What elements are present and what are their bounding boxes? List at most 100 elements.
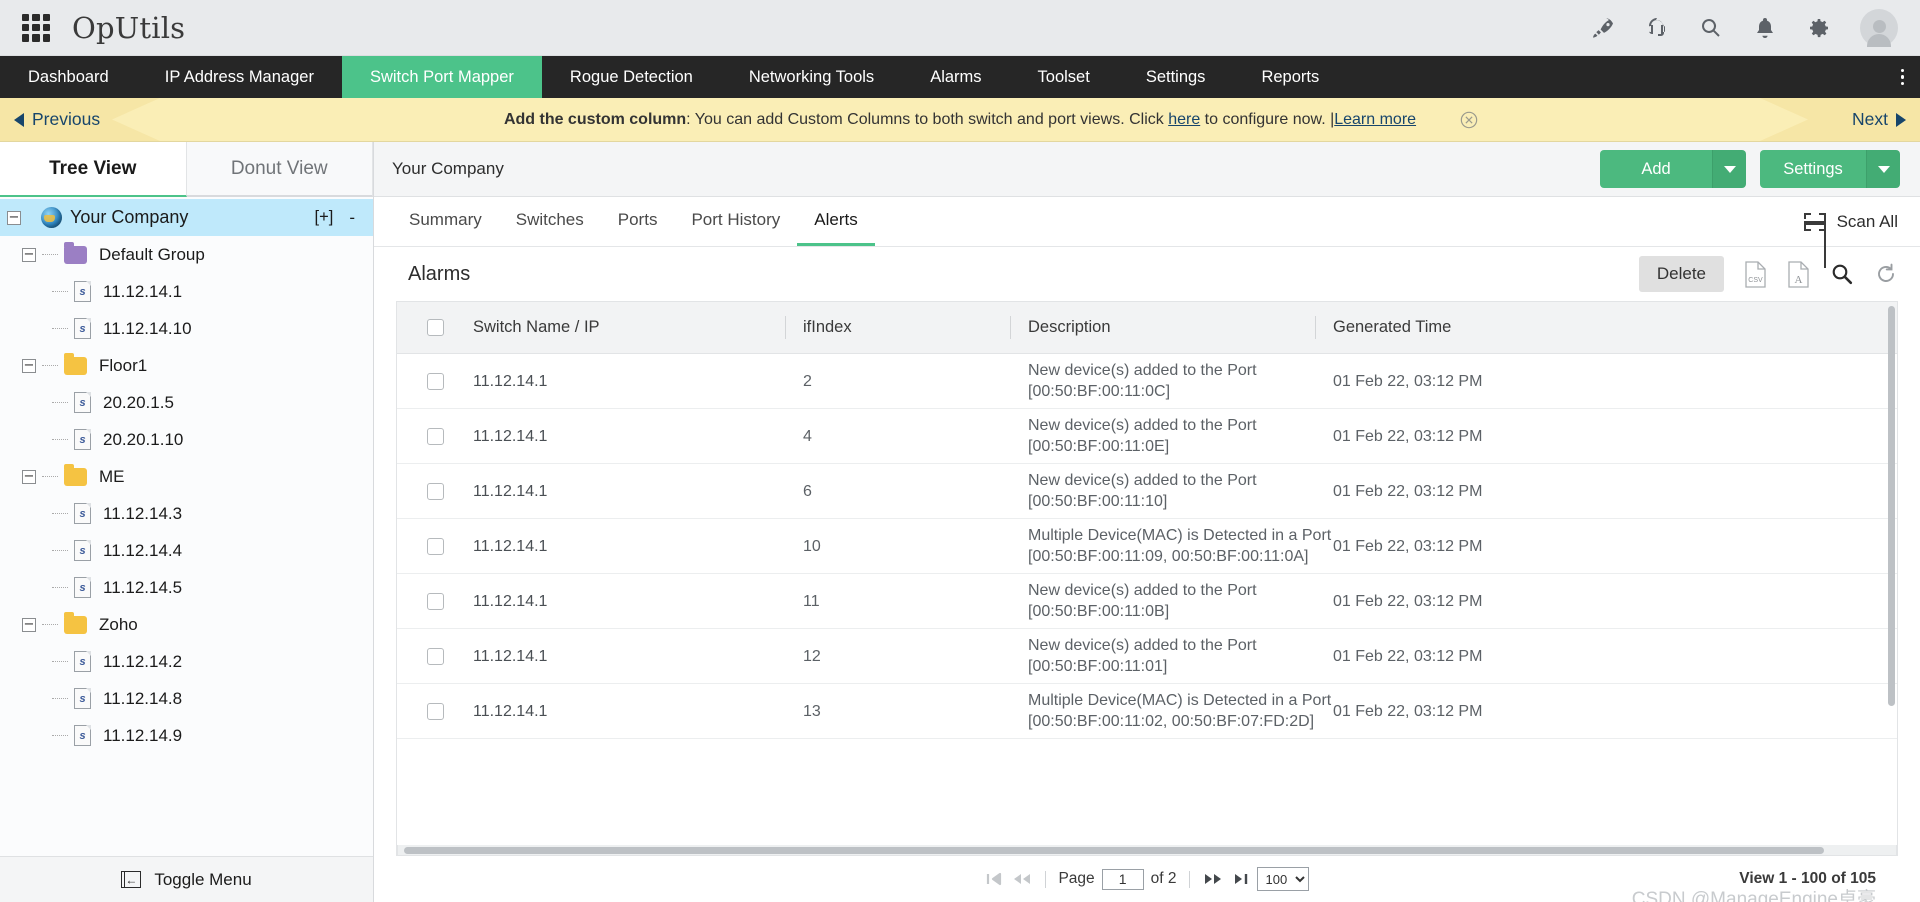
row-checkbox[interactable] <box>426 537 444 555</box>
add-button[interactable]: Add <box>1600 150 1746 188</box>
page-number-input[interactable] <box>1101 868 1144 890</box>
delete-button[interactable]: Delete <box>1638 256 1724 292</box>
nav-item-ip-address-manager[interactable]: IP Address Manager <box>137 56 342 98</box>
tree-node-label: 20.20.1.10 <box>103 429 184 449</box>
tree-node-switch[interactable]: s 11.12.14.9 <box>0 717 373 754</box>
cell-ifindex: 12 <box>803 647 821 665</box>
tab-ports[interactable]: Ports <box>601 197 675 246</box>
nav-item-rogue-detection[interactable]: Rogue Detection <box>542 56 721 98</box>
tab-port-history[interactable]: Port History <box>674 197 797 246</box>
table-row[interactable]: 11.12.14.1 12 New device(s) added to the… <box>397 629 1897 684</box>
nav-item-alarms[interactable]: Alarms <box>902 56 1009 98</box>
tree-collapse-toggle[interactable]: − <box>22 358 36 373</box>
banner-learn-more-link[interactable]: Learn more <box>1334 111 1416 128</box>
folder-icon <box>64 463 87 486</box>
horizontal-scrollbar-track[interactable] <box>397 845 1897 856</box>
column-header-description[interactable]: Description <box>1010 302 1315 353</box>
headset-icon[interactable] <box>1644 15 1670 41</box>
settings-dropdown-toggle[interactable] <box>1866 150 1900 188</box>
close-icon[interactable] <box>1460 111 1478 129</box>
tab-switches[interactable]: Switches <box>499 197 601 246</box>
pdf-export-icon[interactable]: A <box>1787 260 1810 288</box>
first-page-button[interactable] <box>985 871 1004 887</box>
rocket-icon[interactable] <box>1590 15 1616 41</box>
cell-description-line1: New device(s) added to the Port <box>1028 637 1257 654</box>
nav-item-networking-tools[interactable]: Networking Tools <box>721 56 902 98</box>
search-icon[interactable] <box>1698 15 1724 41</box>
table-row[interactable]: 11.12.14.1 4 New device(s) added to the … <box>397 409 1897 464</box>
nav-overflow-menu-icon[interactable] <box>1885 56 1920 98</box>
tree-node-floor1[interactable]: − Floor1 <box>0 347 373 384</box>
table-row[interactable]: 11.12.14.1 2 New device(s) added to the … <box>397 354 1897 409</box>
tree-node-switch[interactable]: s 11.12.14.10 <box>0 310 373 347</box>
tree-node-switch[interactable]: s 11.12.14.2 <box>0 643 373 680</box>
csv-export-icon[interactable]: CSV <box>1744 260 1767 288</box>
tree-connector <box>52 291 68 292</box>
table-row[interactable]: 11.12.14.1 6 New device(s) added to the … <box>397 464 1897 519</box>
nav-item-toolset[interactable]: Toolset <box>1010 56 1118 98</box>
table-row[interactable]: 11.12.14.1 13 Multiple Device(MAC) is De… <box>397 684 1897 739</box>
bell-icon[interactable] <box>1752 15 1778 41</box>
last-page-button[interactable] <box>1231 871 1250 887</box>
toggle-menu-icon: ← <box>121 871 142 888</box>
row-checkbox[interactable] <box>426 647 444 665</box>
tab-tree-view[interactable]: Tree View <box>0 142 187 197</box>
tree-node-default-group[interactable]: − Default Group <box>0 236 373 273</box>
table-row[interactable]: 11.12.14.1 11 New device(s) added to the… <box>397 574 1897 629</box>
select-all-checkbox[interactable] <box>426 319 444 336</box>
banner-here-link[interactable]: here <box>1168 111 1200 128</box>
tab-alerts[interactable]: Alerts <box>797 197 875 246</box>
avatar[interactable] <box>1860 8 1898 47</box>
page-size-select[interactable]: 100 <box>1256 867 1309 891</box>
tree-node-me[interactable]: − ME <box>0 458 373 495</box>
nav-item-settings[interactable]: Settings <box>1118 56 1234 98</box>
tree-collapse-toggle[interactable]: − <box>7 210 21 225</box>
apps-grid-icon[interactable] <box>22 13 50 42</box>
tree-node-switch[interactable]: s 11.12.14.3 <box>0 495 373 532</box>
tree-collapse-toggle[interactable]: − <box>22 469 36 484</box>
scan-all-button[interactable]: Scan All <box>1803 212 1920 268</box>
tree-node-switch[interactable]: s 20.20.1.10 <box>0 421 373 458</box>
tree-collapse-all-button[interactable]: - <box>349 208 373 228</box>
vertical-scrollbar[interactable] <box>1888 306 1895 706</box>
row-checkbox[interactable] <box>426 427 444 445</box>
column-header-generated-time[interactable]: Generated Time <box>1315 302 1897 353</box>
search-icon[interactable] <box>1830 262 1854 286</box>
tab-donut-view[interactable]: Donut View <box>186 142 373 197</box>
settings-button[interactable]: Settings <box>1760 150 1900 188</box>
sidebar: Tree View Donut View − Your Company [+] … <box>0 142 374 902</box>
add-dropdown-toggle[interactable] <box>1712 150 1746 188</box>
column-header-ifindex[interactable]: ifIndex <box>785 302 1010 353</box>
tree-node-switch[interactable]: s 20.20.1.5 <box>0 384 373 421</box>
tree-node-label: Floor1 <box>99 355 148 375</box>
gear-icon[interactable] <box>1806 15 1832 41</box>
tree-node-your-company[interactable]: − Your Company [+] - <box>0 199 373 236</box>
switch-icon: s <box>74 429 91 450</box>
tree-node-switch[interactable]: s 11.12.14.8 <box>0 680 373 717</box>
row-checkbox-cell <box>397 592 455 610</box>
row-checkbox[interactable] <box>426 482 444 500</box>
tree-expand-all-button[interactable]: [+] <box>315 208 342 227</box>
tree-node-switch[interactable]: s 11.12.14.1 <box>0 273 373 310</box>
toggle-menu-button[interactable]: ← Toggle Menu <box>0 856 373 902</box>
previous-page-button[interactable] <box>1011 871 1033 887</box>
tree-collapse-toggle[interactable]: − <box>22 617 36 632</box>
row-checkbox[interactable] <box>426 702 444 720</box>
nav-item-dashboard[interactable]: Dashboard <box>0 56 137 98</box>
folder-icon <box>64 611 87 634</box>
refresh-icon[interactable] <box>1874 262 1898 286</box>
column-header-switch-name-ip[interactable]: Switch Name / IP <box>455 302 785 353</box>
nav-item-switch-port-mapper[interactable]: Switch Port Mapper <box>341 56 542 98</box>
nav-item-reports[interactable]: Reports <box>1233 56 1347 98</box>
tree-connector <box>42 254 58 255</box>
next-page-button[interactable] <box>1202 871 1224 887</box>
tree-node-switch[interactable]: s 11.12.14.5 <box>0 569 373 606</box>
row-checkbox[interactable] <box>426 372 444 390</box>
tree-node-zoho[interactable]: − Zoho <box>0 606 373 643</box>
table-row[interactable]: 11.12.14.1 10 Multiple Device(MAC) is De… <box>397 519 1897 574</box>
row-checkbox[interactable] <box>426 592 444 610</box>
tree-node-switch[interactable]: s 11.12.14.4 <box>0 532 373 569</box>
tab-summary[interactable]: Summary <box>392 197 499 246</box>
tree-collapse-toggle[interactable]: − <box>22 247 36 262</box>
horizontal-scrollbar[interactable] <box>404 847 1824 854</box>
